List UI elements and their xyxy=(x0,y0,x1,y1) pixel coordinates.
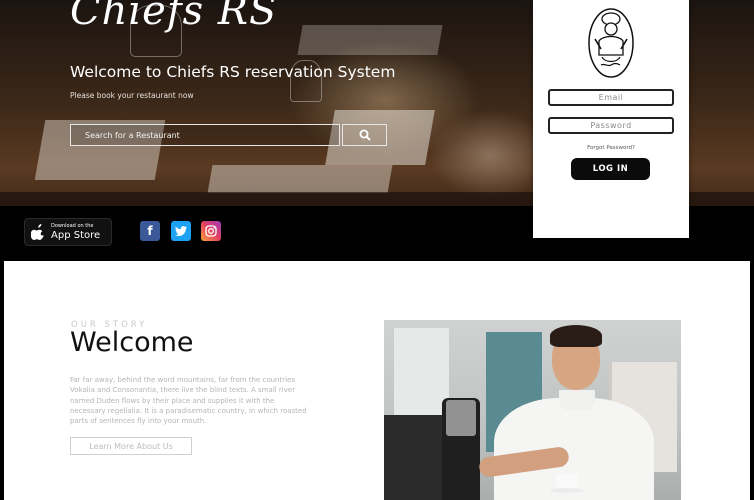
login-card: Forgot Password? LOG IN xyxy=(533,0,689,238)
photo-chef-hair xyxy=(550,325,602,347)
hero-napkin xyxy=(297,25,443,55)
app-store-big-text: App Store xyxy=(51,229,101,241)
brand-logo-text[interactable]: Chiefs RS xyxy=(70,0,277,34)
hero-light xyxy=(430,110,550,200)
search-icon xyxy=(359,129,371,141)
twitter-icon[interactable] xyxy=(171,221,191,241)
photo-chef-collar xyxy=(559,390,595,410)
photo-grinder-jar xyxy=(446,400,476,436)
section-title: Welcome xyxy=(70,327,194,358)
app-store-badge[interactable]: Download on the App Store xyxy=(24,218,112,246)
chef-crest-logo xyxy=(588,8,634,78)
restaurant-search-input[interactable]: Search for a Restaurant xyxy=(70,124,340,146)
instagram-icon[interactable] xyxy=(201,221,221,241)
hero-subtitle: Please book your restaurant now xyxy=(70,91,194,100)
chef-photo xyxy=(384,320,681,500)
password-field[interactable] xyxy=(548,117,674,134)
facebook-icon[interactable]: f xyxy=(140,221,160,241)
login-button[interactable]: LOG IN xyxy=(571,158,650,180)
search-placeholder: Search for a Restaurant xyxy=(85,130,180,140)
apple-icon xyxy=(31,224,44,240)
app-store-small-text: Download on the xyxy=(51,222,94,229)
hero-napkin xyxy=(207,165,393,193)
learn-more-button[interactable]: Learn More About Us xyxy=(70,437,192,455)
search-button[interactable] xyxy=(342,124,387,146)
email-field[interactable] xyxy=(548,89,674,106)
forgot-password-link[interactable]: Forgot Password? xyxy=(533,145,689,151)
section-body: Far far away, behind the word mountains,… xyxy=(70,376,307,426)
photo-saucer xyxy=(550,488,584,493)
hero-title: Welcome to Chiefs RS reservation System xyxy=(70,63,396,81)
